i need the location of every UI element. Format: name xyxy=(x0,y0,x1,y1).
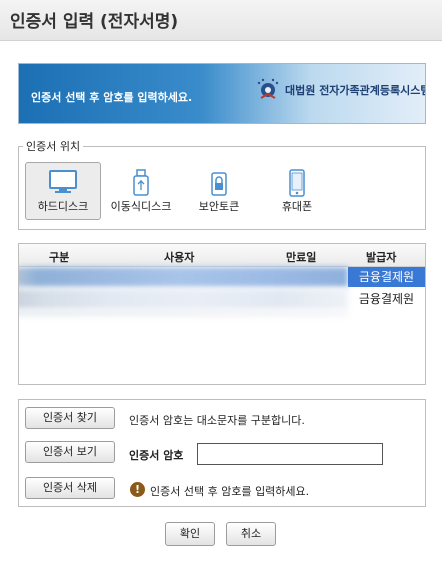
monitor-icon xyxy=(49,170,77,193)
location-label: 휴대폰 xyxy=(281,200,313,213)
table-header: 구분 사용자 만료일 발급자 xyxy=(19,244,425,267)
table-row[interactable]: 금융결제원 xyxy=(19,289,425,309)
issuer-cell: 금융결제원 xyxy=(358,292,415,306)
col-type[interactable]: 구분 xyxy=(49,249,69,265)
password-hint: 인증서 선택 후 암호를 입력하세요. xyxy=(150,485,310,498)
col-issuer[interactable]: 발급자 xyxy=(366,249,396,265)
phone-icon xyxy=(289,169,305,197)
warning-icon: ! xyxy=(130,482,145,497)
col-expiry[interactable]: 만료일 xyxy=(286,249,316,265)
usb-icon xyxy=(133,169,149,196)
blurred-cells xyxy=(19,267,348,287)
banner-message: 인증서 선택 후 암호를 입력하세요. xyxy=(31,91,193,104)
location-label: 이동식디스크 xyxy=(110,200,172,213)
blurred-cells xyxy=(19,310,348,316)
title-bar: 인증서 입력 (전자서명) xyxy=(0,0,442,41)
table-row[interactable]: 금융결제원 xyxy=(19,267,425,287)
brand-name: 대법원 전자가족관계등록시스템 xyxy=(285,84,426,97)
col-user[interactable]: 사용자 xyxy=(164,249,194,265)
table-row-partial xyxy=(19,310,425,316)
password-label: 인증서 암호 xyxy=(129,449,184,462)
location-removable-disk[interactable]: 이동식디스크 xyxy=(103,162,179,220)
case-sensitivity-note: 인증서 암호는 대소문자를 구분합니다. xyxy=(129,414,305,427)
cancel-button[interactable]: 취소 xyxy=(226,522,276,546)
delete-certificate-button[interactable]: 인증서 삭제 xyxy=(25,477,115,499)
ok-button[interactable]: 확인 xyxy=(165,522,215,546)
certificate-actions-panel: 인증서 찾기 인증서 보기 인증서 삭제 인증서 암호는 대소문자를 구분합니다… xyxy=(18,399,426,507)
location-label: 하드디스크 xyxy=(37,200,89,213)
location-mobile-phone[interactable]: 휴대폰 xyxy=(259,162,335,220)
blurred-cells xyxy=(19,289,348,309)
password-input[interactable] xyxy=(197,443,383,465)
window-title: 인증서 입력 (전자서명) xyxy=(10,12,179,32)
location-legend: 인증서 위치 xyxy=(23,138,84,154)
location-label: 보안토큰 xyxy=(198,200,240,213)
brand: 대법원 전자가족관계등록시스템 xyxy=(255,78,425,102)
certificate-table: 구분 사용자 만료일 발급자 금융결제원 금융결제원 xyxy=(18,243,426,385)
find-certificate-button[interactable]: 인증서 찾기 xyxy=(25,407,115,429)
court-logo-icon xyxy=(257,78,279,99)
location-hard-disk[interactable]: 하드디스크 xyxy=(25,162,101,220)
view-certificate-button[interactable]: 인증서 보기 xyxy=(25,441,115,463)
certificate-location-group: 인증서 위치 하드디스크 이동식디스크 보안토큰 휴대폰 xyxy=(18,138,426,230)
location-security-token[interactable]: 보안토큰 xyxy=(181,162,257,220)
issuer-cell: 금융결제원 xyxy=(348,267,425,287)
lock-token-icon xyxy=(211,172,227,196)
banner: 인증서 선택 후 암호를 입력하세요. 대법원 전자가족관계등록시스템 xyxy=(18,63,426,124)
